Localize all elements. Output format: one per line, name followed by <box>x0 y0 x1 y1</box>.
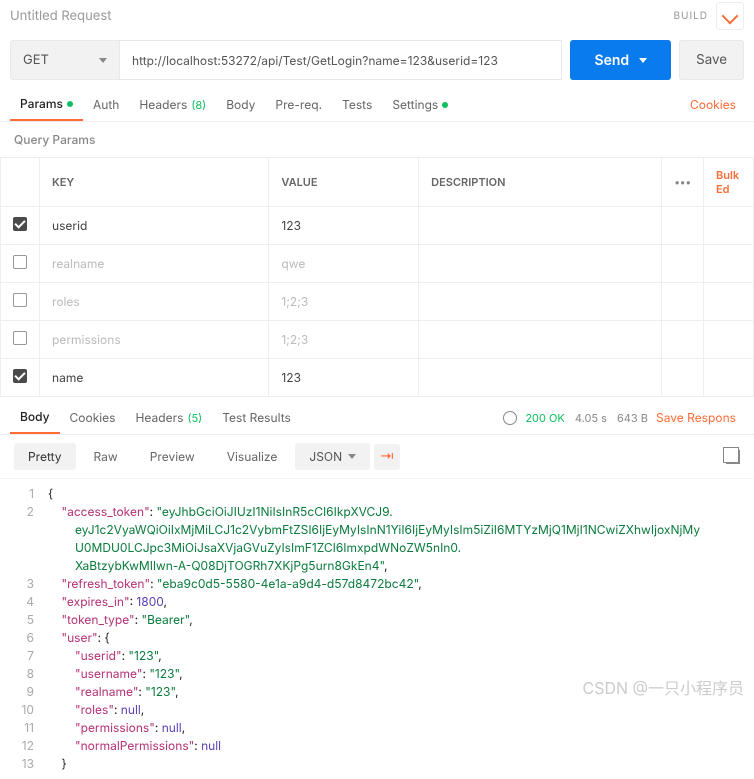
globe-icon[interactable] <box>503 411 517 425</box>
copy-icon[interactable] <box>726 450 740 464</box>
chevron-down-icon <box>639 58 647 63</box>
status-size: 643 B <box>617 411 648 425</box>
view-raw[interactable]: Raw <box>80 443 132 470</box>
response-body-viewer[interactable]: 12345678910111213 { "access_token": "eyJ… <box>0 479 754 779</box>
tab-label: Headers <box>139 97 187 112</box>
col-value: VALUE <box>269 158 419 207</box>
checkbox[interactable] <box>13 217 27 231</box>
table-row[interactable]: realname qwe <box>1 245 754 283</box>
param-desc[interactable] <box>419 207 662 245</box>
wrap-lines-button[interactable]: ⇥ <box>374 444 400 470</box>
view-pretty[interactable]: Pretty <box>14 443 76 470</box>
request-title: Untitled Request <box>10 8 665 24</box>
param-key[interactable]: name <box>40 359 269 397</box>
http-method-select[interactable]: GET <box>10 40 120 80</box>
more-icon[interactable]: ••• <box>674 175 691 189</box>
table-row[interactable]: name 123 <box>1 359 754 397</box>
pencil-icon <box>722 8 739 25</box>
resp-headers-count: (5) <box>187 411 202 425</box>
tab-label: Settings <box>392 97 438 112</box>
col-desc: DESCRIPTION <box>419 158 662 207</box>
save-response-link[interactable]: Save Respons <box>648 402 744 433</box>
table-row[interactable]: userid 123 <box>1 207 754 245</box>
chevron-down-icon <box>348 454 356 459</box>
param-value[interactable]: qwe <box>269 245 419 283</box>
resp-tab-headers[interactable]: Headers (5) <box>126 402 213 433</box>
save-button[interactable]: Save <box>679 40 744 80</box>
query-params-title: Query Params <box>0 122 754 157</box>
param-desc[interactable] <box>419 283 662 321</box>
tab-settings[interactable]: Settings <box>382 89 458 120</box>
view-visualize[interactable]: Visualize <box>213 443 292 470</box>
param-value[interactable]: 1;2;3 <box>269 283 419 321</box>
status-code: 200 OK <box>525 411 564 425</box>
param-desc[interactable] <box>419 359 662 397</box>
checkbox[interactable] <box>13 293 27 307</box>
param-key[interactable]: realname <box>40 245 269 283</box>
param-key[interactable]: permissions <box>40 321 269 359</box>
send-button[interactable]: Send <box>570 40 671 80</box>
active-dot-icon <box>442 102 448 108</box>
cookies-link[interactable]: Cookies <box>682 89 744 120</box>
resp-tab-body[interactable]: Body <box>10 401 60 434</box>
bulk-edit-link[interactable]: Bulk Ed <box>716 168 739 196</box>
tab-prereq[interactable]: Pre-req. <box>265 89 332 120</box>
tab-auth[interactable]: Auth <box>83 89 129 120</box>
table-row[interactable]: roles 1;2;3 <box>1 283 754 321</box>
tab-label: Headers <box>136 410 184 425</box>
tab-params[interactable]: Params <box>10 88 83 121</box>
view-preview[interactable]: Preview <box>136 443 209 470</box>
param-value[interactable]: 123 <box>269 359 419 397</box>
status-time: 4.05 s <box>575 411 607 425</box>
tab-tests[interactable]: Tests <box>332 89 382 120</box>
headers-count: (8) <box>191 98 206 112</box>
params-table: KEY VALUE DESCRIPTION ••• Bulk Ed userid… <box>0 157 754 397</box>
param-desc[interactable] <box>419 321 662 359</box>
format-value: JSON <box>309 449 342 464</box>
resp-tab-tests[interactable]: Test Results <box>212 402 301 433</box>
build-label: BUILD <box>673 10 708 22</box>
http-method-value: GET <box>23 52 49 68</box>
param-key[interactable]: roles <box>40 283 269 321</box>
edit-button[interactable] <box>716 2 744 30</box>
param-desc[interactable] <box>419 245 662 283</box>
chevron-down-icon <box>99 58 107 63</box>
param-key[interactable]: userid <box>40 207 269 245</box>
resp-tab-cookies[interactable]: Cookies <box>60 402 126 433</box>
send-label: Send <box>594 52 629 69</box>
param-value[interactable]: 123 <box>269 207 419 245</box>
table-row[interactable]: permissions 1;2;3 <box>1 321 754 359</box>
tab-label: Params <box>20 96 63 111</box>
active-dot-icon <box>67 101 73 107</box>
checkbox[interactable] <box>13 369 27 383</box>
checkbox[interactable] <box>13 331 27 345</box>
param-value[interactable]: 1;2;3 <box>269 321 419 359</box>
col-key: KEY <box>40 158 269 207</box>
tab-headers[interactable]: Headers (8) <box>129 89 216 120</box>
url-input[interactable] <box>120 40 562 80</box>
format-select[interactable]: JSON <box>295 443 370 470</box>
tab-body[interactable]: Body <box>216 89 265 120</box>
checkbox[interactable] <box>13 255 27 269</box>
